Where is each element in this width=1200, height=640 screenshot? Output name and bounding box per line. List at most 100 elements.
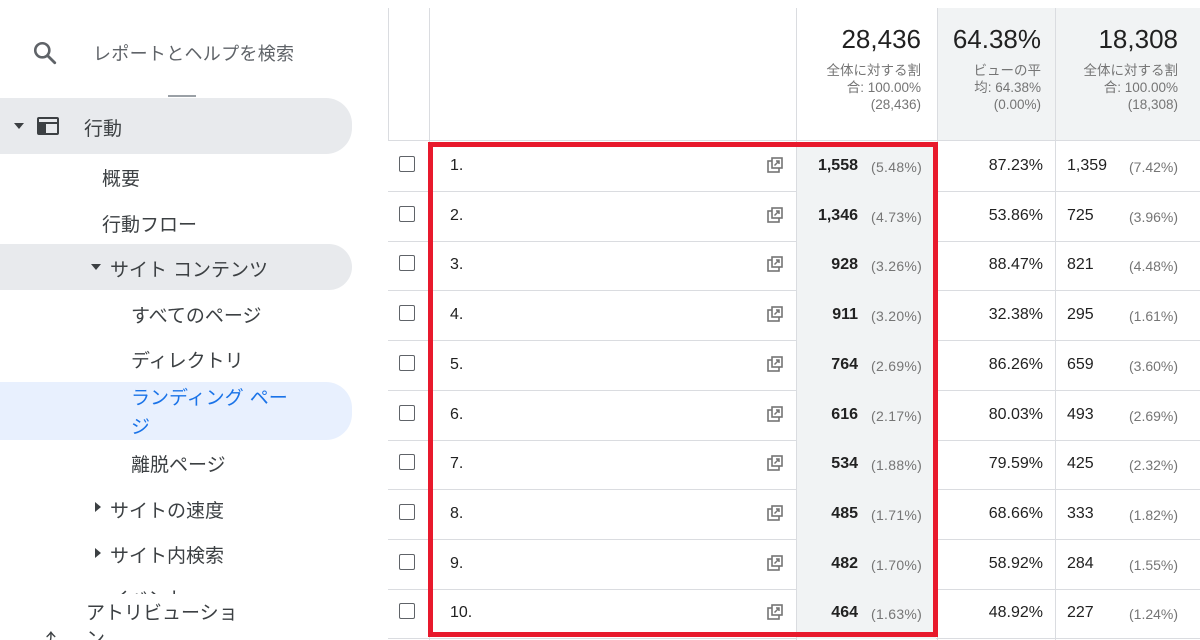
row-number: 7. — [450, 455, 464, 473]
new-percent: (1.61%) — [1129, 308, 1179, 325]
report-table: 28,436 全体に対する割 合: 100.00% (28,436) 64.38… — [388, 0, 1200, 640]
percent-value: 86.26% — [988, 355, 1043, 373]
new-value: 725 — [1067, 206, 1094, 224]
row-number: 4. — [450, 306, 464, 324]
sidebar-item-site-speed[interactable]: サイトの速度 — [110, 496, 224, 523]
sessions-percent: (2.69%) — [871, 357, 923, 374]
sessions-value: 464 — [831, 604, 858, 622]
row-checkbox[interactable] — [399, 255, 415, 272]
chevron-right-icon — [95, 548, 101, 558]
report-search[interactable]: レポートとヘルプを検索 — [0, 0, 388, 100]
external-link-icon[interactable] — [766, 603, 784, 621]
header-percent[interactable]: 64.38% ビューの平 均: 64.38% (0.00%) — [937, 8, 1055, 141]
row-checkbox[interactable] — [399, 503, 415, 520]
table-row[interactable]: 4. 911 (3.20%) 32.38% 295 (1.61%) — [388, 291, 1200, 342]
table-row[interactable]: 3. 928 (3.26%) 88.47% 821 (4.48%) — [388, 241, 1200, 292]
external-link-icon[interactable] — [766, 305, 784, 323]
row-checkbox[interactable] — [399, 454, 415, 471]
new-percent: (1.82%) — [1129, 506, 1179, 523]
row-number: 10. — [450, 604, 473, 622]
new-value: 821 — [1067, 256, 1094, 274]
caption-line: ビューの平 — [973, 63, 1042, 78]
chevron-right-icon — [95, 502, 101, 512]
sidebar-item-directory[interactable]: ディレクトリ — [131, 346, 244, 373]
row-checkbox[interactable] — [399, 156, 415, 172]
col-divider — [796, 141, 797, 640]
col-divider — [937, 141, 938, 640]
sessions-percent: (1.63%) — [871, 606, 923, 623]
header-checkbox-col — [388, 8, 429, 141]
external-link-icon[interactable] — [766, 355, 784, 373]
sessions-percent: (1.88%) — [871, 457, 923, 474]
percent-value: 80.03% — [988, 405, 1043, 423]
new-value: 284 — [1067, 554, 1094, 572]
sidebar-item-overview[interactable]: 概要 — [102, 164, 140, 191]
percent-total: 64.38% — [952, 24, 1041, 54]
external-link-icon[interactable] — [766, 554, 784, 572]
table-row[interactable]: 6. 616 (2.17%) 80.03% 493 (2.69%) — [388, 390, 1200, 441]
external-link-icon[interactable] — [766, 454, 784, 472]
sidebar-item-all-pages[interactable]: すべてのページ — [131, 301, 262, 328]
new-value: 295 — [1067, 306, 1094, 324]
sidebar-item-landing-pages-label: ランディング ペー — [131, 387, 288, 409]
row-number: 2. — [450, 206, 464, 224]
sidebar-item-exit-pages[interactable]: 離脱ページ — [131, 450, 226, 477]
percent-value: 32.38% — [988, 306, 1043, 324]
attribution-icon: ⤴ — [36, 625, 56, 640]
external-link-icon[interactable] — [766, 156, 784, 174]
table-row[interactable]: 10. 464 (1.63%) 48.92% 227 (1.24%) — [388, 589, 1200, 640]
percent-value: 58.92% — [988, 554, 1043, 572]
sessions-percent: (1.70%) — [871, 556, 923, 573]
header-sessions[interactable]: 28,436 全体に対する割 合: 100.00% (28,436) — [796, 8, 937, 141]
new-value: 333 — [1067, 504, 1094, 522]
row-checkbox[interactable] — [399, 354, 415, 371]
percent-total-caption: ビューの平 均: 64.38% (0.00%) — [974, 62, 1042, 113]
col-divider — [1055, 141, 1056, 640]
table-row[interactable]: 7. 534 (1.88%) 79.59% 425 (2.32%) — [388, 440, 1200, 491]
row-checkbox[interactable] — [399, 205, 415, 222]
row-number: 3. — [450, 256, 464, 274]
sidebar-item-attribution[interactable]: アトリビューショ — [86, 598, 238, 625]
sessions-value: 911 — [832, 306, 858, 324]
row-checkbox[interactable] — [399, 305, 415, 322]
sidebar-item-site-content-label: サイト コンテンツ — [110, 259, 269, 281]
header-border — [388, 140, 1200, 141]
table-row[interactable]: 5. 764 (2.69%) 86.26% 659 (3.60%) — [388, 340, 1200, 391]
sidebar-item-events[interactable]: イベント — [110, 584, 186, 594]
col-divider — [429, 141, 430, 640]
header-new[interactable]: 18,308 全体に対する割 合: 100.00% (18,308) — [1055, 8, 1200, 141]
sessions-value: 1,558 — [817, 157, 858, 174]
new-value: 659 — [1067, 355, 1094, 373]
external-link-icon[interactable] — [766, 405, 784, 423]
caption-line: 全体に対する割 — [826, 63, 922, 78]
caption-line: 全体に対する割 — [1083, 63, 1179, 78]
sessions-value: 616 — [831, 405, 858, 423]
new-value: 425 — [1067, 455, 1094, 473]
sidebar-item-site-search[interactable]: サイト内検索 — [110, 541, 224, 568]
external-link-icon[interactable] — [766, 504, 784, 522]
sessions-total-caption: 全体に対する割 合: 100.00% (28,436) — [827, 62, 922, 113]
sidebar-item-behavior-flow[interactable]: 行動フロー — [102, 210, 197, 237]
divider — [168, 95, 196, 97]
sidebar-item-landing-pages-label-cont: ジ — [131, 416, 151, 438]
caption-line: 合: 100.00% — [846, 80, 921, 95]
sessions-value: 482 — [831, 554, 858, 572]
external-link-icon[interactable] — [766, 255, 784, 273]
table-row[interactable]: 1. 1,558 (5.48%) 87.23% 1,359 (7.42%) — [388, 142, 1200, 192]
new-total-caption: 全体に対する割 合: 100.00% (18,308) — [1084, 62, 1179, 113]
new-value: 227 — [1067, 604, 1094, 622]
row-checkbox[interactable] — [399, 553, 415, 570]
sessions-percent: (2.17%) — [871, 407, 923, 424]
row-checkbox[interactable] — [399, 404, 415, 421]
table-row[interactable]: 2. 1,346 (4.73%) 53.86% 725 (3.96%) — [388, 191, 1200, 242]
header-dimension-col — [429, 8, 796, 141]
new-value: 1,359 — [1067, 157, 1108, 174]
row-number: 1. — [450, 157, 464, 174]
table-row[interactable]: 9. 482 (1.70%) 58.92% 284 (1.55%) — [388, 539, 1200, 590]
sidebar-item-behavior-label: 行動 — [84, 118, 123, 140]
row-checkbox[interactable] — [399, 603, 415, 620]
external-link-icon[interactable] — [766, 206, 784, 224]
new-percent: (3.96%) — [1129, 208, 1179, 225]
sidebar: レポートとヘルプを検索 行動 概要 行動フロー サイト コンテンツ すべてのペー… — [0, 0, 388, 640]
table-row[interactable]: 8. 485 (1.71%) 68.66% 333 (1.82%) — [388, 489, 1200, 540]
